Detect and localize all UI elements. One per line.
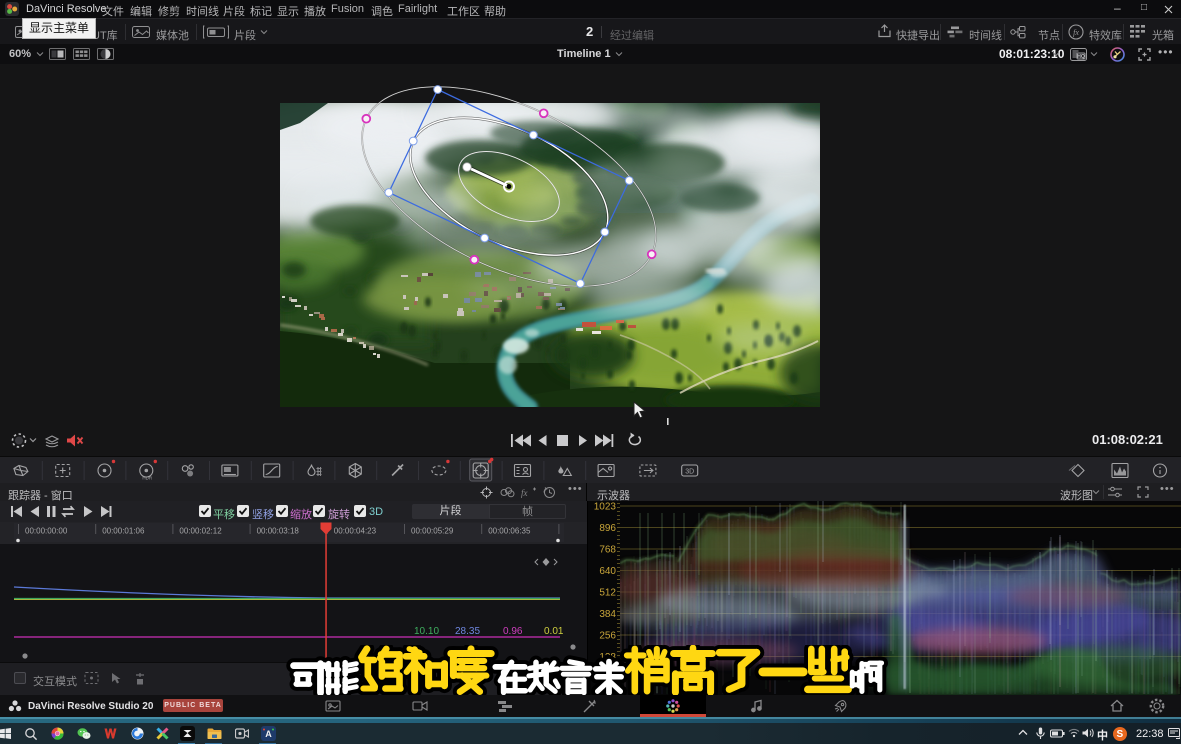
svg-text:0.01: 0.01: [544, 626, 564, 637]
svg-text:0.96: 0.96: [503, 626, 523, 637]
svg-text:00:00:03:18: 00:00:03:18: [257, 527, 300, 536]
svg-text:768: 768: [599, 545, 616, 556]
svg-text:00:00:05:29: 00:00:05:29: [411, 527, 454, 536]
svg-text:A: A: [265, 729, 272, 739]
svg-text:00:00:01:06: 00:00:01:06: [102, 527, 145, 536]
svg-text:28.35: 28.35: [455, 626, 480, 637]
svg-text:640: 640: [599, 566, 616, 577]
svg-text:00:00:00:00: 00:00:00:00: [25, 527, 68, 536]
svg-text:3D: 3D: [685, 468, 694, 475]
svg-text:512: 512: [599, 588, 616, 599]
svg-text:896: 896: [599, 523, 616, 534]
svg-text:HQ: HQ: [1077, 54, 1085, 60]
svg-text:fx: fx: [521, 488, 528, 498]
svg-text:00:00:06:35: 00:00:06:35: [488, 527, 531, 536]
svg-text:10.10: 10.10: [414, 626, 439, 637]
svg-text:fx: fx: [1073, 28, 1079, 37]
svg-text:HDR: HDR: [142, 476, 152, 481]
svg-text:1023: 1023: [594, 502, 617, 513]
svg-text:384: 384: [599, 609, 616, 620]
svg-text:00:00:02:12: 00:00:02:12: [179, 527, 222, 536]
svg-text:00:00:04:23: 00:00:04:23: [334, 527, 377, 536]
